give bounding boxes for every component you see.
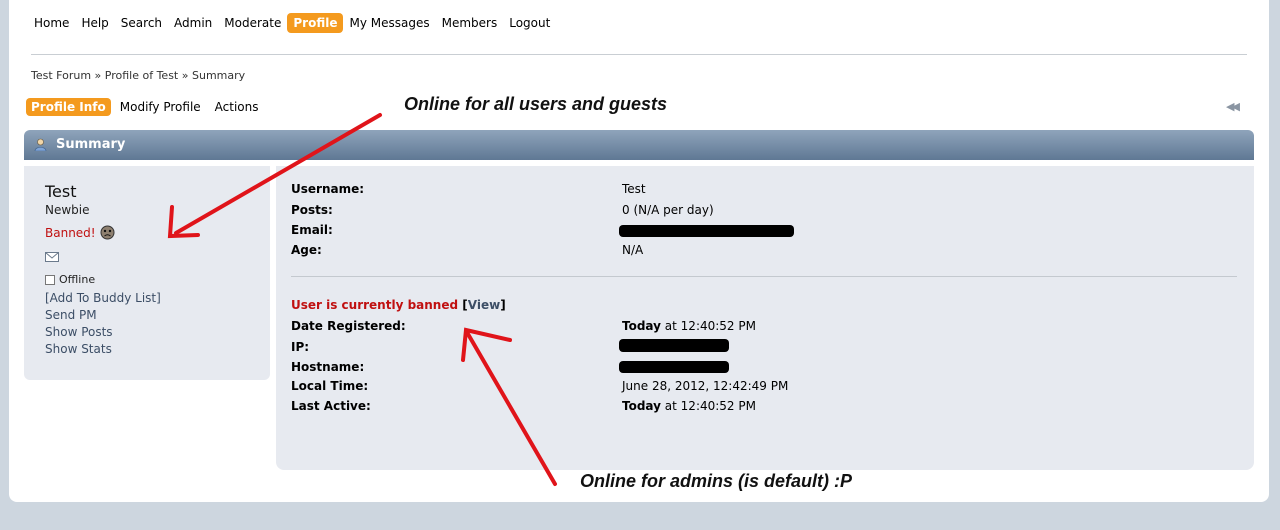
banned-status: Banned!: [45, 225, 115, 240]
hostname-row: Hostname:: [291, 360, 364, 374]
annotation-bottom: Online for admins (is default) :P: [580, 471, 853, 491]
breadcrumb-forum[interactable]: Test Forum: [31, 69, 91, 82]
summary-header: Summary: [24, 130, 1254, 160]
summary-title: Summary: [56, 137, 126, 152]
username-row: Username:: [291, 182, 364, 196]
hostname-label: Hostname:: [291, 360, 365, 374]
menu-help[interactable]: Help: [75, 13, 114, 33]
main-menu: Home Help Search Admin Moderate Profile …: [28, 13, 556, 33]
posts-label: Posts:: [291, 203, 333, 217]
menu-admin[interactable]: Admin: [168, 13, 218, 33]
annotation-top: Online for all users and guests: [404, 94, 668, 114]
ip-row: IP:: [291, 340, 309, 354]
breadcrumb: Test Forum » Profile of Test » Summary: [31, 69, 245, 82]
user-icon: [34, 138, 47, 151]
registered-label: Date Registered:: [291, 319, 406, 333]
menu-profile[interactable]: Profile: [287, 13, 344, 33]
hostname-redacted: [619, 361, 729, 373]
registered-value: Today at 12:40:52 PM: [622, 319, 756, 333]
lastactive-day: Today: [622, 399, 661, 413]
menu-home[interactable]: Home: [28, 13, 75, 33]
lastactive-value: Today at 12:40:52 PM: [622, 399, 756, 413]
show-posts-link[interactable]: Show Posts: [45, 324, 161, 341]
send-pm-link[interactable]: Send PM: [45, 307, 161, 324]
user-card: Test Newbie Banned! Offline [Add To Budd…: [24, 166, 270, 380]
show-stats-link[interactable]: Show Stats: [45, 341, 161, 358]
localtime-label: Local Time:: [291, 379, 369, 393]
ip-redacted: [619, 339, 729, 352]
online-status: Offline: [45, 273, 95, 286]
breadcrumb-separator: »: [94, 69, 102, 82]
user-rank: Newbie: [45, 203, 90, 217]
ban-notice: User is currently banned [View]: [291, 298, 506, 312]
localtime-row: Local Time:: [291, 379, 368, 393]
profile-details: Username: Test Posts: 0 (N/A per day) Em…: [276, 166, 1254, 470]
posts-value: 0 (N/A per day): [622, 203, 714, 217]
tab-profile-info[interactable]: Profile Info: [26, 98, 111, 116]
username-label: Username:: [291, 182, 365, 196]
lastactive-label: Last Active:: [291, 399, 371, 413]
posts-row: Posts:: [291, 203, 333, 217]
ban-view-link[interactable]: View: [468, 298, 500, 312]
details-divider: [291, 276, 1237, 277]
username-value: Test: [622, 182, 646, 196]
email-row: Email:: [291, 223, 333, 237]
sad-face-icon: [100, 225, 115, 240]
lastactive-time: at 12:40:52 PM: [660, 399, 756, 413]
menu-members[interactable]: Members: [436, 13, 504, 33]
localtime-value: June 28, 2012, 12:42:49 PM: [622, 379, 789, 393]
ip-label: IP:: [291, 340, 310, 354]
status-label: Offline: [59, 273, 96, 286]
ban-text: User is currently banned: [291, 298, 459, 312]
menu-my-messages[interactable]: My Messages: [343, 13, 435, 33]
rewind-icon[interactable]: ◀◀: [1226, 100, 1240, 113]
breadcrumb-separator: »: [181, 69, 189, 82]
registered-day: Today: [622, 319, 661, 333]
registered-time: at 12:40:52 PM: [660, 319, 756, 333]
breadcrumb-summary[interactable]: Summary: [192, 69, 245, 82]
banned-label: Banned!: [45, 225, 96, 240]
age-value: N/A: [622, 243, 644, 257]
email-redacted: [619, 225, 794, 237]
user-name: Test: [45, 182, 77, 201]
age-row: Age:: [291, 243, 322, 257]
add-buddy-link[interactable]: [Add To Buddy List]: [45, 290, 161, 307]
tab-modify-profile[interactable]: Modify Profile: [115, 98, 206, 116]
user-links: [Add To Buddy List] Send PM Show Posts S…: [45, 290, 161, 358]
menu-moderate[interactable]: Moderate: [218, 13, 287, 33]
envelope-icon[interactable]: [45, 252, 59, 262]
age-label: Age:: [291, 243, 322, 257]
menu-search[interactable]: Search: [115, 13, 168, 33]
lastactive-row: Last Active:: [291, 399, 371, 413]
menu-divider: [31, 54, 1247, 55]
status-checkbox-icon: [45, 274, 55, 285]
registered-row: Date Registered:: [291, 319, 406, 333]
breadcrumb-profile[interactable]: Profile of Test: [105, 69, 178, 82]
email-label: Email:: [291, 223, 333, 237]
profile-tabs: Profile Info Modify Profile Actions: [26, 98, 268, 116]
tab-actions[interactable]: Actions: [210, 98, 264, 116]
menu-logout[interactable]: Logout: [503, 13, 556, 33]
